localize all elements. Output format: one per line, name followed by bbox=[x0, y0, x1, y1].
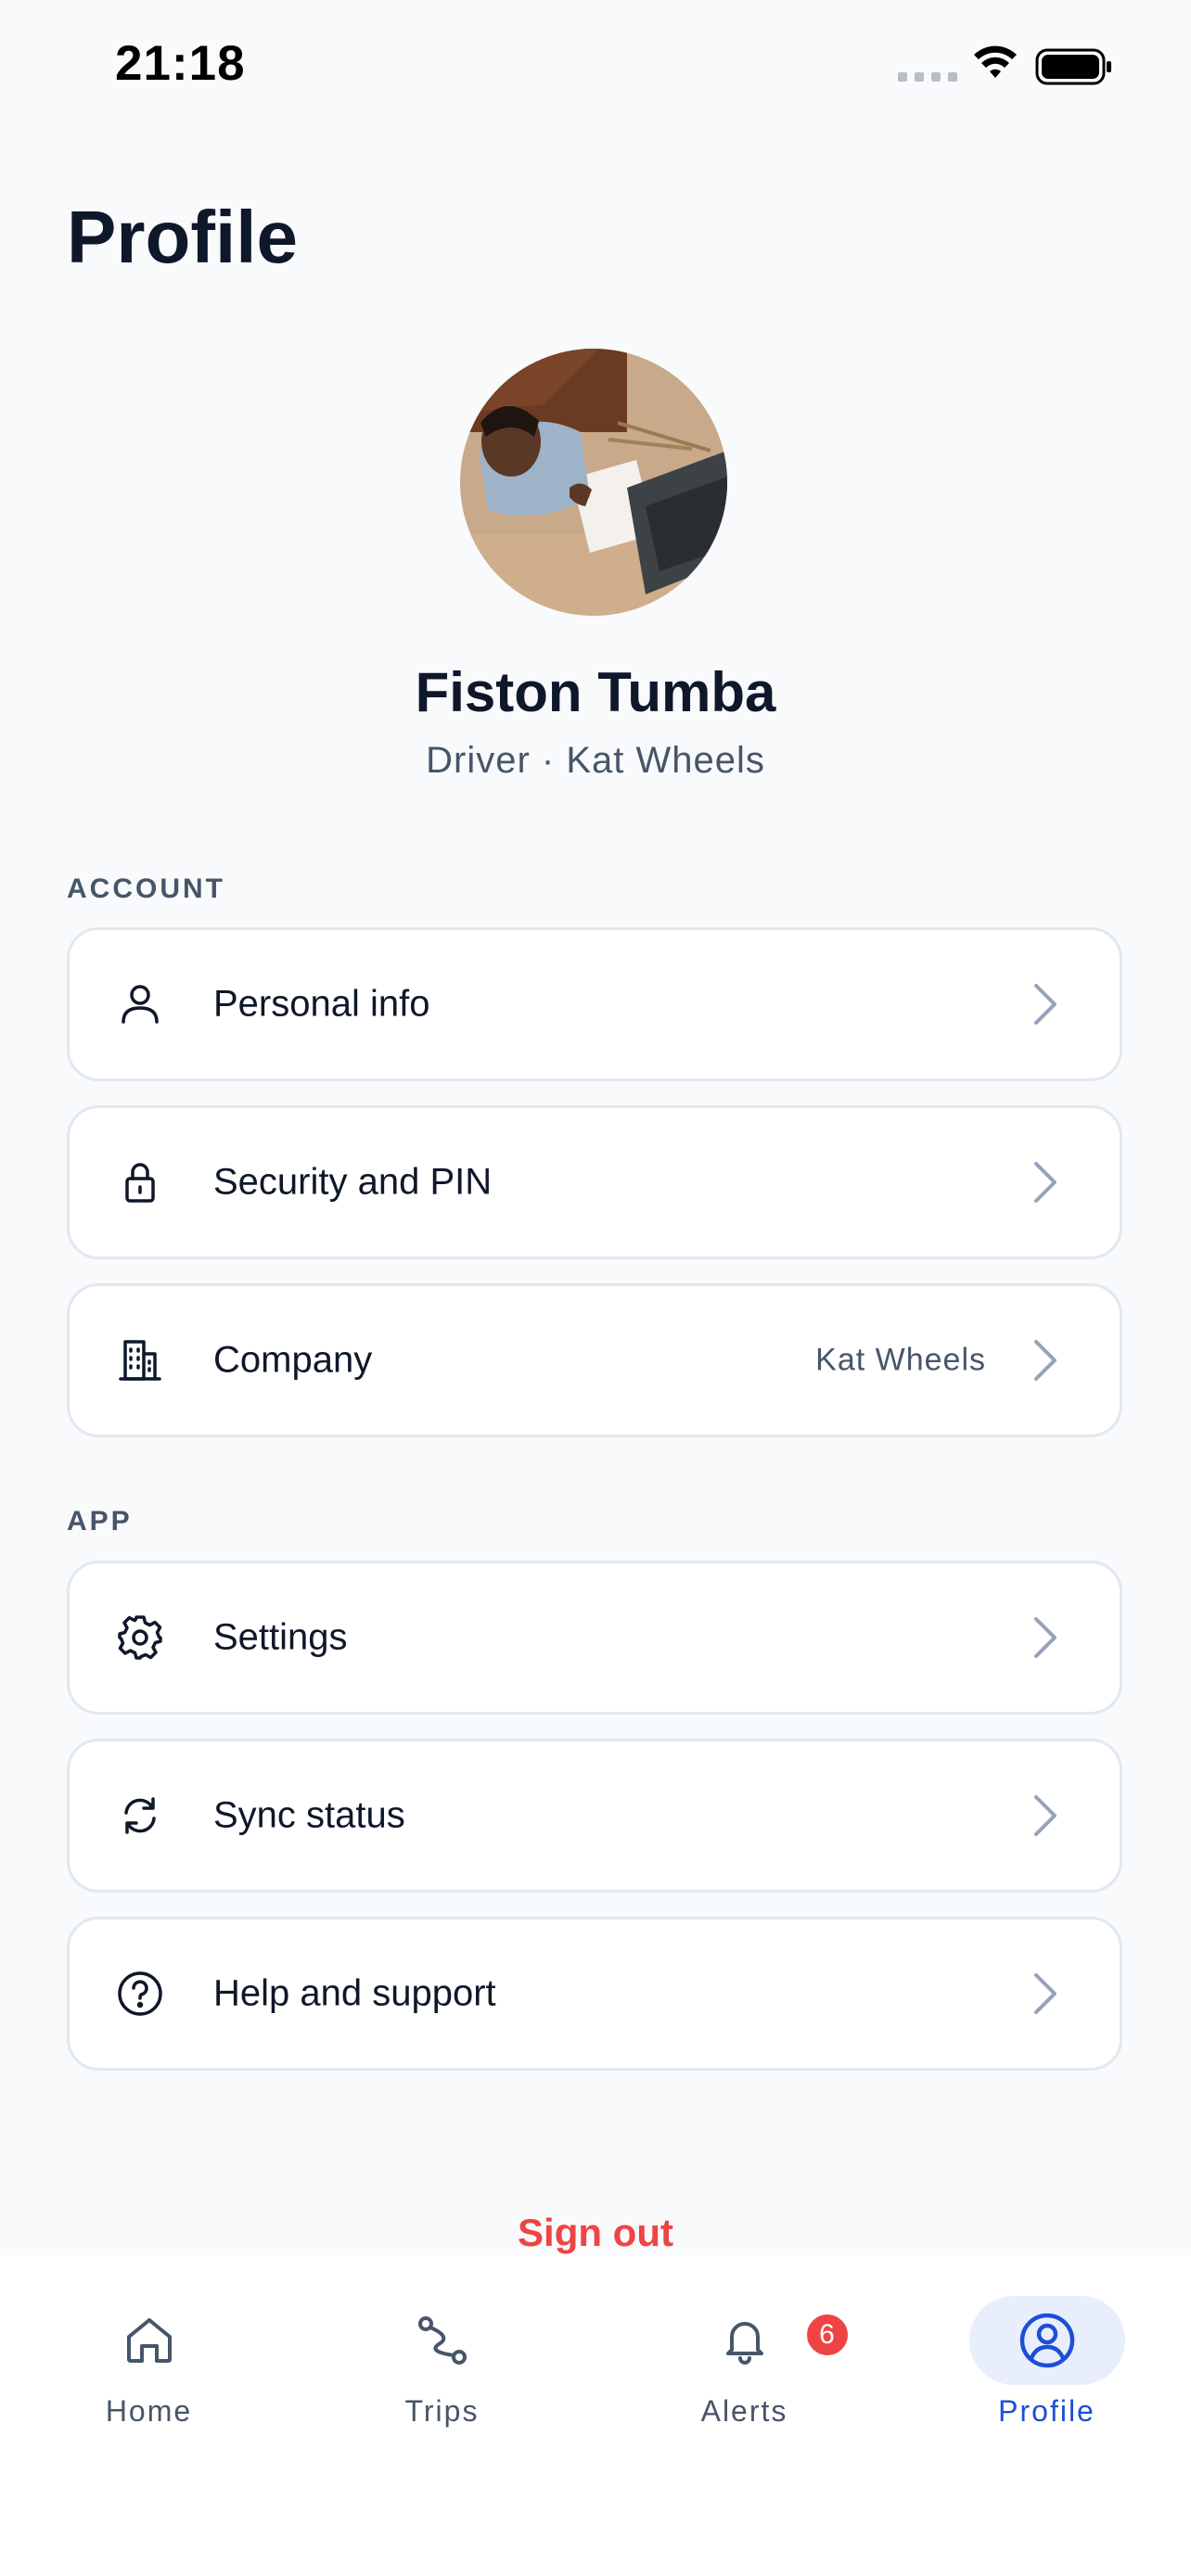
company-value: Kat Wheels bbox=[815, 1342, 986, 1378]
bell-icon bbox=[725, 2322, 763, 2365]
tab-alerts[interactable]: 6 Alerts bbox=[596, 2255, 893, 2459]
menu-item-personal-info[interactable]: Personal info bbox=[67, 927, 1122, 1081]
chevron-right-icon bbox=[1034, 1617, 1057, 1658]
section-label-app: APP bbox=[67, 1506, 133, 1537]
user-role: Driver · Kat Wheels bbox=[426, 740, 765, 781]
route-icon bbox=[417, 2316, 467, 2365]
cellular-signal-icon bbox=[898, 72, 957, 82]
chevron-right-icon bbox=[1034, 1162, 1057, 1203]
tab-label: Alerts bbox=[700, 2394, 788, 2428]
status-bar: 21:18 bbox=[0, 0, 1191, 139]
section-label-account: ACCOUNT bbox=[67, 874, 225, 904]
gear-icon bbox=[114, 1612, 166, 1664]
menu-item-security-pin[interactable]: Security and PIN bbox=[67, 1105, 1122, 1259]
tab-label: Home bbox=[105, 2394, 193, 2428]
chevron-right-icon bbox=[1034, 1340, 1057, 1381]
chevron-right-icon bbox=[1034, 1795, 1057, 1836]
menu-item-sync-status[interactable]: Sync status bbox=[67, 1739, 1122, 1893]
menu-label: Company bbox=[213, 1339, 373, 1381]
menu-label: Settings bbox=[213, 1616, 348, 1658]
tab-bar: Home Trips 6 Alerts Profile bbox=[0, 2255, 1191, 2576]
profile-screen: 21:18 Profile Fiston Tumba Driver · Kat … bbox=[0, 0, 1191, 2576]
status-time: 21:18 bbox=[115, 36, 246, 91]
help-icon bbox=[114, 1968, 166, 2020]
menu-item-help-support[interactable]: Help and support bbox=[67, 1917, 1122, 2071]
tab-label: Profile bbox=[998, 2394, 1095, 2428]
menu-label: Security and PIN bbox=[213, 1161, 493, 1203]
page-title: Profile bbox=[67, 196, 298, 278]
home-icon bbox=[126, 2318, 172, 2363]
tab-trips[interactable]: Trips bbox=[293, 2255, 591, 2459]
menu-item-company[interactable]: Company Kat Wheels bbox=[67, 1283, 1122, 1437]
tab-profile[interactable]: Profile bbox=[898, 2255, 1191, 2459]
chevron-right-icon bbox=[1034, 984, 1057, 1025]
notification-badge: 6 bbox=[802, 2311, 852, 2359]
user-name: Fiston Tumba bbox=[415, 661, 776, 723]
person-icon bbox=[114, 978, 166, 1030]
battery-icon bbox=[1035, 48, 1111, 85]
tab-label: Trips bbox=[404, 2394, 480, 2428]
building-icon bbox=[114, 1334, 166, 1386]
menu-label: Sync status bbox=[213, 1794, 405, 1836]
menu-item-settings[interactable]: Settings bbox=[67, 1561, 1122, 1715]
sync-icon bbox=[114, 1790, 166, 1842]
avatar[interactable] bbox=[460, 349, 727, 616]
profile-icon bbox=[1019, 2313, 1074, 2368]
menu-label: Personal info bbox=[213, 983, 430, 1025]
wifi-icon bbox=[974, 45, 1017, 78]
menu-label: Help and support bbox=[213, 1972, 496, 2014]
tab-home[interactable]: Home bbox=[0, 2255, 298, 2459]
sign-out-button[interactable]: Sign out bbox=[0, 2211, 1191, 2255]
lock-icon bbox=[114, 1156, 166, 1208]
chevron-right-icon bbox=[1034, 1973, 1057, 2014]
